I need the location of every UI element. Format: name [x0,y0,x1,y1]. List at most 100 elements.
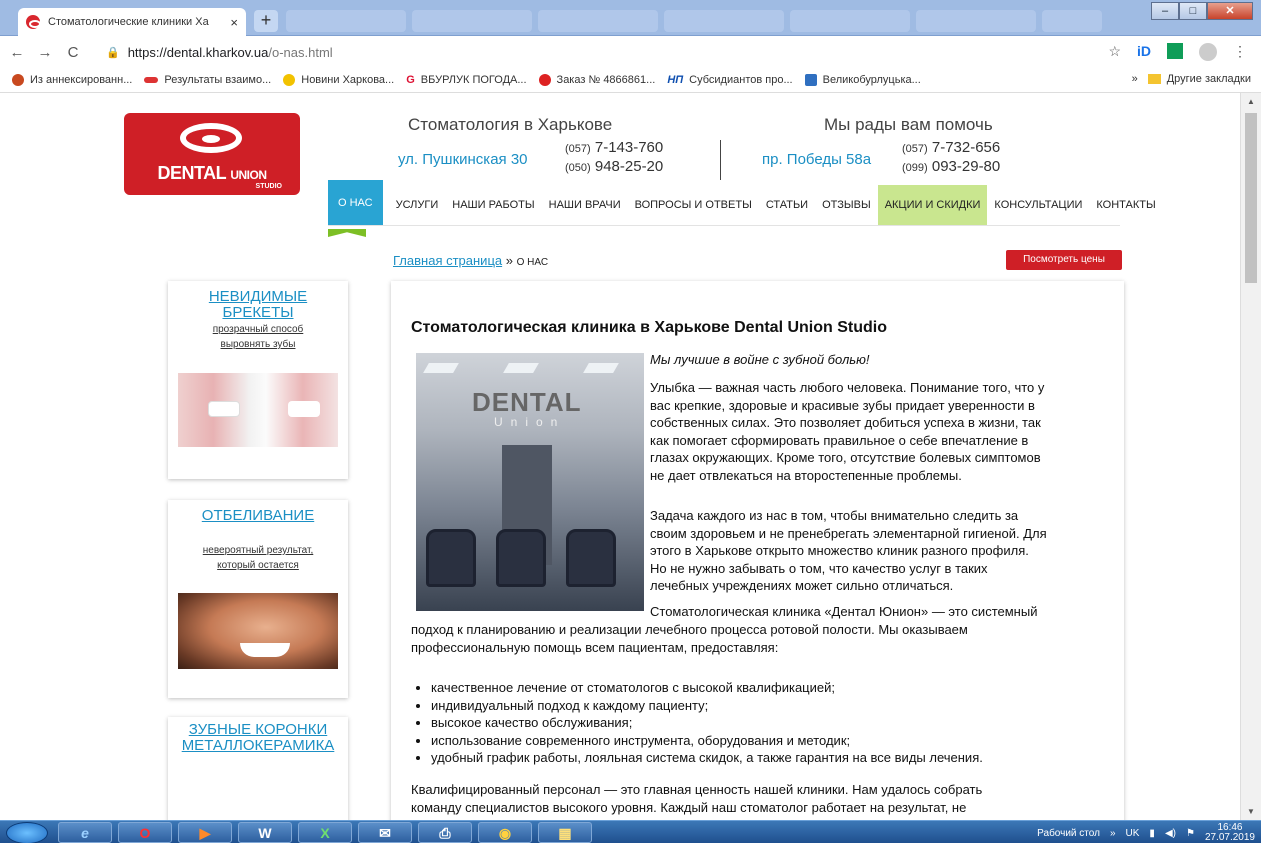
extension-icon[interactable]: iD [1137,43,1151,61]
screen: Стоматологические клиники Ха × + – □ ✕ ←… [0,0,1261,843]
language-indicator[interactable]: UK [1126,828,1140,839]
menu-item-consultations[interactable]: КОНСУЛЬТАЦИИ [987,185,1089,225]
bookmarks-overflow-icon[interactable]: » [1132,73,1138,85]
menu-item-faq[interactable]: ВОПРОСЫ И ОТВЕТЫ [628,185,759,225]
minimize-button[interactable]: – [1151,2,1179,20]
other-bookmarks-label: Другие закладки [1166,73,1251,85]
extension-green-icon[interactable] [1167,43,1183,59]
phone-number[interactable]: 948-25-20 [595,158,663,175]
browser-tab-inactive[interactable] [412,10,532,32]
card-title[interactable]: ОТБЕЛИВАНИЕ [168,508,348,524]
card-title[interactable]: НЕВИДИМЫЕ БРЕКЕТЫ [168,289,348,321]
phone-code: (057) [902,143,928,155]
opera-taskbar-icon[interactable]: O [118,822,172,843]
network-icon[interactable]: ▮ [1149,828,1155,839]
flag-icon[interactable]: ⚑ [1186,828,1195,839]
browser-tab-active[interactable]: Стоматологические клиники Ха × [18,8,246,36]
media-player-taskbar-icon[interactable]: ▶ [178,822,232,843]
browser-tab-inactive[interactable] [286,10,406,32]
menu-item-promotions[interactable]: АКЦИИ И СКИДКИ [877,185,988,225]
scrollbar-thumb[interactable] [1245,113,1257,283]
phone-number[interactable]: 7-732-656 [932,139,1000,156]
menu-item-contacts[interactable]: КОНТАКТЫ [1089,185,1162,225]
chair [426,529,476,587]
toolbar-right: ☆ iD ⋮ [1108,43,1247,61]
menu-kebab-icon[interactable]: ⋮ [1233,43,1247,61]
article-paragraph-3-start: Стоматологическая клиника «Дентал Юнион»… [650,604,1038,619]
bookmark-item[interactable]: Результаты взаимо... [144,74,271,86]
page-scrollbar[interactable]: ▲ ▼ [1240,93,1261,820]
bookmark-item[interactable]: G ВБУРЛУК ПОГОДА... [406,74,526,86]
scroll-down-icon[interactable]: ▼ [1247,807,1255,816]
browser-tab-inactive[interactable] [1042,10,1102,32]
menu-item-about[interactable]: О НАС [328,180,383,226]
menu-item-works[interactable]: НАШИ РАБОТЫ [445,185,541,225]
text-line: вас крепкие, здоровые и красивые зубы пр… [650,397,1035,413]
other-bookmarks[interactable]: Другие закладки [1147,73,1251,85]
text-line: не дает отвлекаться на второстепенные пр… [650,467,962,483]
explorer-taskbar-icon[interactable]: ▦ [538,822,592,843]
benefits-list: качественное лечение от стоматологов с в… [431,679,1111,767]
star-icon[interactable]: ☆ [1108,43,1121,61]
new-tab-button[interactable]: + [254,10,278,32]
phone-number[interactable]: 093-29-80 [932,158,1000,175]
toolbar-expand-icon[interactable]: » [1110,828,1116,839]
bookmark-item[interactable]: Заказ № 4866861... [538,73,655,86]
logo-word-studio: STUDIO [255,183,282,190]
windows-taskbar: e O ▶ W X ✉ ⎙ ◉ ▦ Рабочий стол » UK ▮ ◀)… [0,820,1261,843]
clock[interactable]: 16:46 27.07.2019 [1205,823,1255,843]
bookmark-item[interactable]: НП Субсидиантов про... [667,74,792,86]
breadcrumb-home-link[interactable]: Главная страница [393,253,502,268]
chrome-taskbar-icon[interactable]: ◉ [478,822,532,843]
ie-taskbar-icon[interactable]: e [58,822,112,843]
breadcrumb-separator: » [502,253,517,268]
sidebar-card-whitening[interactable]: ОТБЕЛИВАНИЕ невероятный результат, котор… [168,500,348,698]
bookmark-favicon-icon [12,73,24,86]
volume-icon[interactable]: ◀) [1165,828,1176,839]
browser-tab-inactive[interactable] [538,10,658,32]
scroll-up-icon[interactable]: ▲ [1247,97,1255,106]
bookmark-item[interactable]: Великобурлуцька... [804,73,921,86]
bookmark-item[interactable]: Новини Харкова... [283,73,394,86]
folder-icon [1147,74,1161,85]
sidebar-card-braces[interactable]: НЕВИДИМЫЕ БРЕКЕТЫ прозрачный способ выро… [168,281,348,479]
back-icon[interactable]: ← [6,44,28,61]
printer-taskbar-icon[interactable]: ⎙ [418,822,472,843]
site-favicon-icon [26,15,41,29]
text-line: лечебных учреждениях может сильно отлича… [650,578,954,593]
bookmark-item[interactable]: Из аннексированн... [12,73,133,86]
reload-icon[interactable]: C [62,44,84,61]
article-paragraph-4-line: команду специалистов высокого уровня. Ка… [411,800,967,815]
card-title[interactable]: ЗУБНЫЕ КОРОНКИ МЕТАЛЛОКЕРАМИКА [168,722,348,754]
address-bar[interactable]: https://dental.kharkov.ua/o-nas.html [128,45,333,60]
menu-item-reviews[interactable]: ОТЗЫВЫ [815,185,878,225]
profile-avatar-icon[interactable] [1199,43,1217,61]
sidebar-card-crowns[interactable]: ЗУБНЫЕ КОРОНКИ МЕТАЛЛОКЕРАМИКА [168,717,348,820]
browser-toolbar: ← → C 🔒 https://dental.kharkov.ua/o-nas.… [0,37,1261,67]
bookmark-favicon-icon [144,76,159,83]
browser-tab-inactive[interactable] [664,10,784,32]
view-prices-button[interactable]: Посмотреть цены [1006,250,1122,270]
card-subtitle: прозрачный способ [212,324,304,335]
forward-icon[interactable]: → [34,44,56,61]
menu-item-articles[interactable]: СТАТЬИ [759,185,815,225]
word-taskbar-icon[interactable]: W [238,822,292,843]
close-window-button[interactable]: ✕ [1207,2,1253,20]
excel-taskbar-icon[interactable]: X [298,822,352,843]
desktop-toolbar-label[interactable]: Рабочий стол [1037,828,1100,839]
site-logo[interactable]: DENTAL UNION STUDIO [124,113,300,195]
phone-number[interactable]: 7-143-760 [595,139,663,156]
mail-taskbar-icon[interactable]: ✉ [358,822,412,843]
menu-item-doctors[interactable]: НАШИ ВРАЧИ [542,185,628,225]
maximize-button[interactable]: □ [1179,2,1207,20]
logo-wordmark: DENTAL UNION [124,163,300,184]
start-button[interactable] [6,822,48,843]
tab-close-icon[interactable]: × [230,15,238,30]
menu-item-services[interactable]: УСЛУГИ [389,185,446,225]
browser-tab-inactive[interactable] [916,10,1036,32]
text-line: глазах окружающих. Кроме того, отсутстви… [650,450,1041,465]
browser-tab-inactive[interactable] [790,10,910,32]
bookmark-label: Из аннексированн... [30,73,133,86]
text-line: этого в Харькове открыто множество клини… [650,543,1029,558]
bookmark-label: Результаты взаимо... [164,73,272,86]
